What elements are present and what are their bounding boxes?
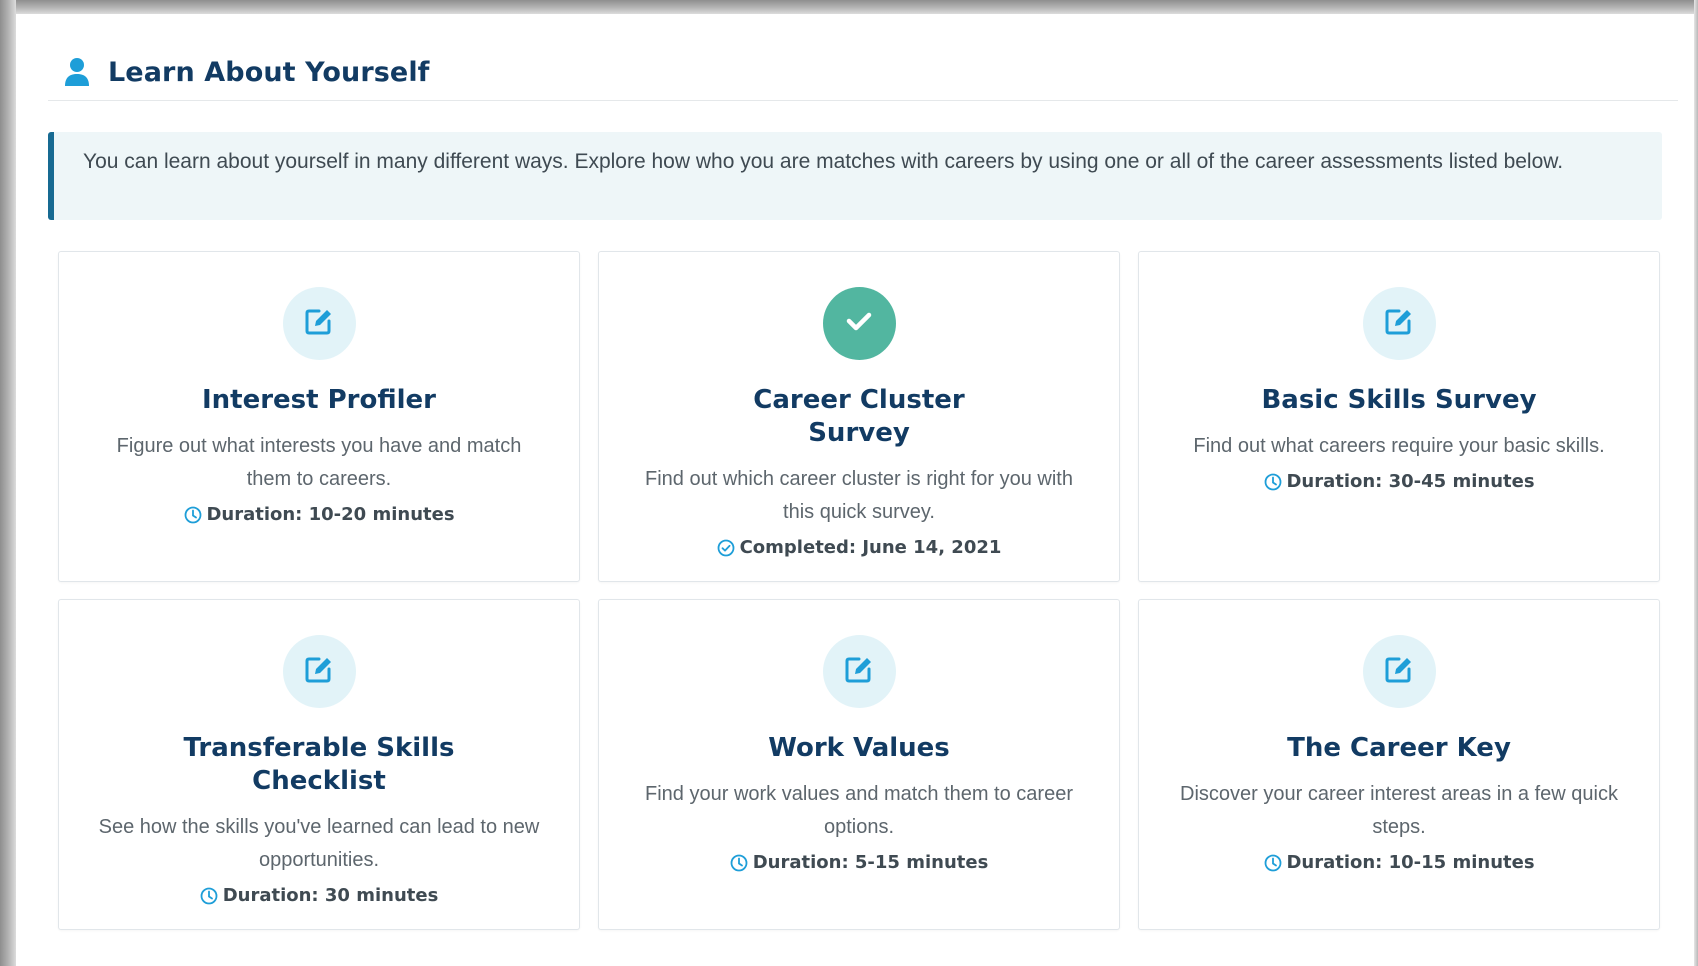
assessment-duration: Duration: 30 minutes: [200, 885, 439, 906]
edit-icon: [843, 653, 875, 690]
assessment-title: Basic Skills Survey: [1261, 385, 1537, 415]
clock-icon: [1263, 472, 1282, 491]
user-icon: [62, 57, 92, 87]
assessment-duration: Duration: 10-15 minutes: [1263, 852, 1535, 873]
learn-about-yourself-panel: Learn About Yourself You can learn about…: [16, 14, 1694, 966]
assessment-description: Find out which career cluster is right f…: [645, 468, 1073, 523]
section-heading: Learn About Yourself: [48, 44, 1678, 101]
clock-icon: [183, 505, 202, 524]
assessment-badge: [282, 635, 356, 708]
assessment-badge: [822, 635, 896, 708]
window-frame-top: [0, 0, 1698, 14]
assessment-badge: [822, 287, 896, 360]
assessment-card-career-cluster-survey[interactable]: Career Cluster Survey Find out which car…: [598, 251, 1120, 582]
assessment-title: Work Values: [768, 733, 950, 763]
check-icon: [844, 306, 874, 341]
edit-icon: [1383, 305, 1415, 342]
assessment-description: Find your work values and match them to …: [645, 783, 1073, 838]
intro-callout: You can learn about yourself in many dif…: [48, 132, 1662, 220]
assessment-badge: [1362, 635, 1436, 708]
assessment-duration: Duration: 5-15 minutes: [730, 852, 989, 873]
clock-icon: [200, 886, 219, 905]
section-title: Learn About Yourself: [108, 56, 430, 88]
clock-icon: [1263, 853, 1282, 872]
assessment-description: See how the skills you've learned can le…: [98, 816, 540, 871]
edit-icon: [1383, 653, 1415, 690]
edit-icon: [303, 305, 335, 342]
assessment-title: The Career Key: [1287, 733, 1511, 763]
assessment-description: Discover your career interest areas in a…: [1180, 783, 1618, 838]
assessment-cards-grid: Interest Profiler Figure out what intere…: [58, 251, 1662, 930]
assessment-completed-date: Completed: June 14, 2021: [717, 537, 1002, 558]
assessment-meta-text: Duration: 5-15 minutes: [752, 852, 989, 873]
assessment-card-work-values[interactable]: Work Values Find your work values and ma…: [598, 599, 1120, 930]
assessment-duration: Duration: 30-45 minutes: [1263, 471, 1535, 492]
assessment-title: Interest Profiler: [201, 385, 437, 415]
assessment-card-the-career-key[interactable]: The Career Key Discover your career inte…: [1138, 599, 1660, 930]
assessment-badge: [282, 287, 356, 360]
assessment-card-transferable-skills-checklist[interactable]: Transferable Skills Checklist See how th…: [58, 599, 580, 930]
assessment-description: Find out what careers require your basic…: [1193, 435, 1605, 457]
assessment-duration: Duration: 10-20 minutes: [183, 504, 455, 525]
assessment-title: Transferable Skills Checklist: [183, 733, 455, 796]
assessment-card-basic-skills-survey[interactable]: Basic Skills Survey Find out what career…: [1138, 251, 1660, 582]
assessment-meta-text: Duration: 30-45 minutes: [1286, 471, 1535, 492]
assessment-meta-text: Duration: 10-15 minutes: [1286, 852, 1535, 873]
assessment-description: Figure out what interests you have and m…: [116, 435, 522, 490]
assessment-card-interest-profiler[interactable]: Interest Profiler Figure out what intere…: [58, 251, 580, 582]
window-frame-left: [0, 0, 16, 966]
assessment-meta-text: Completed: June 14, 2021: [739, 537, 1002, 558]
assessment-meta-text: Duration: 30 minutes: [222, 885, 439, 906]
check-circle-icon: [717, 538, 736, 557]
assessment-meta-text: Duration: 10-20 minutes: [206, 504, 455, 525]
assessment-badge: [1362, 287, 1436, 360]
edit-icon: [303, 653, 335, 690]
window-frame-right: [1694, 0, 1698, 966]
clock-icon: [730, 853, 749, 872]
assessment-title: Career Cluster Survey: [753, 385, 965, 448]
